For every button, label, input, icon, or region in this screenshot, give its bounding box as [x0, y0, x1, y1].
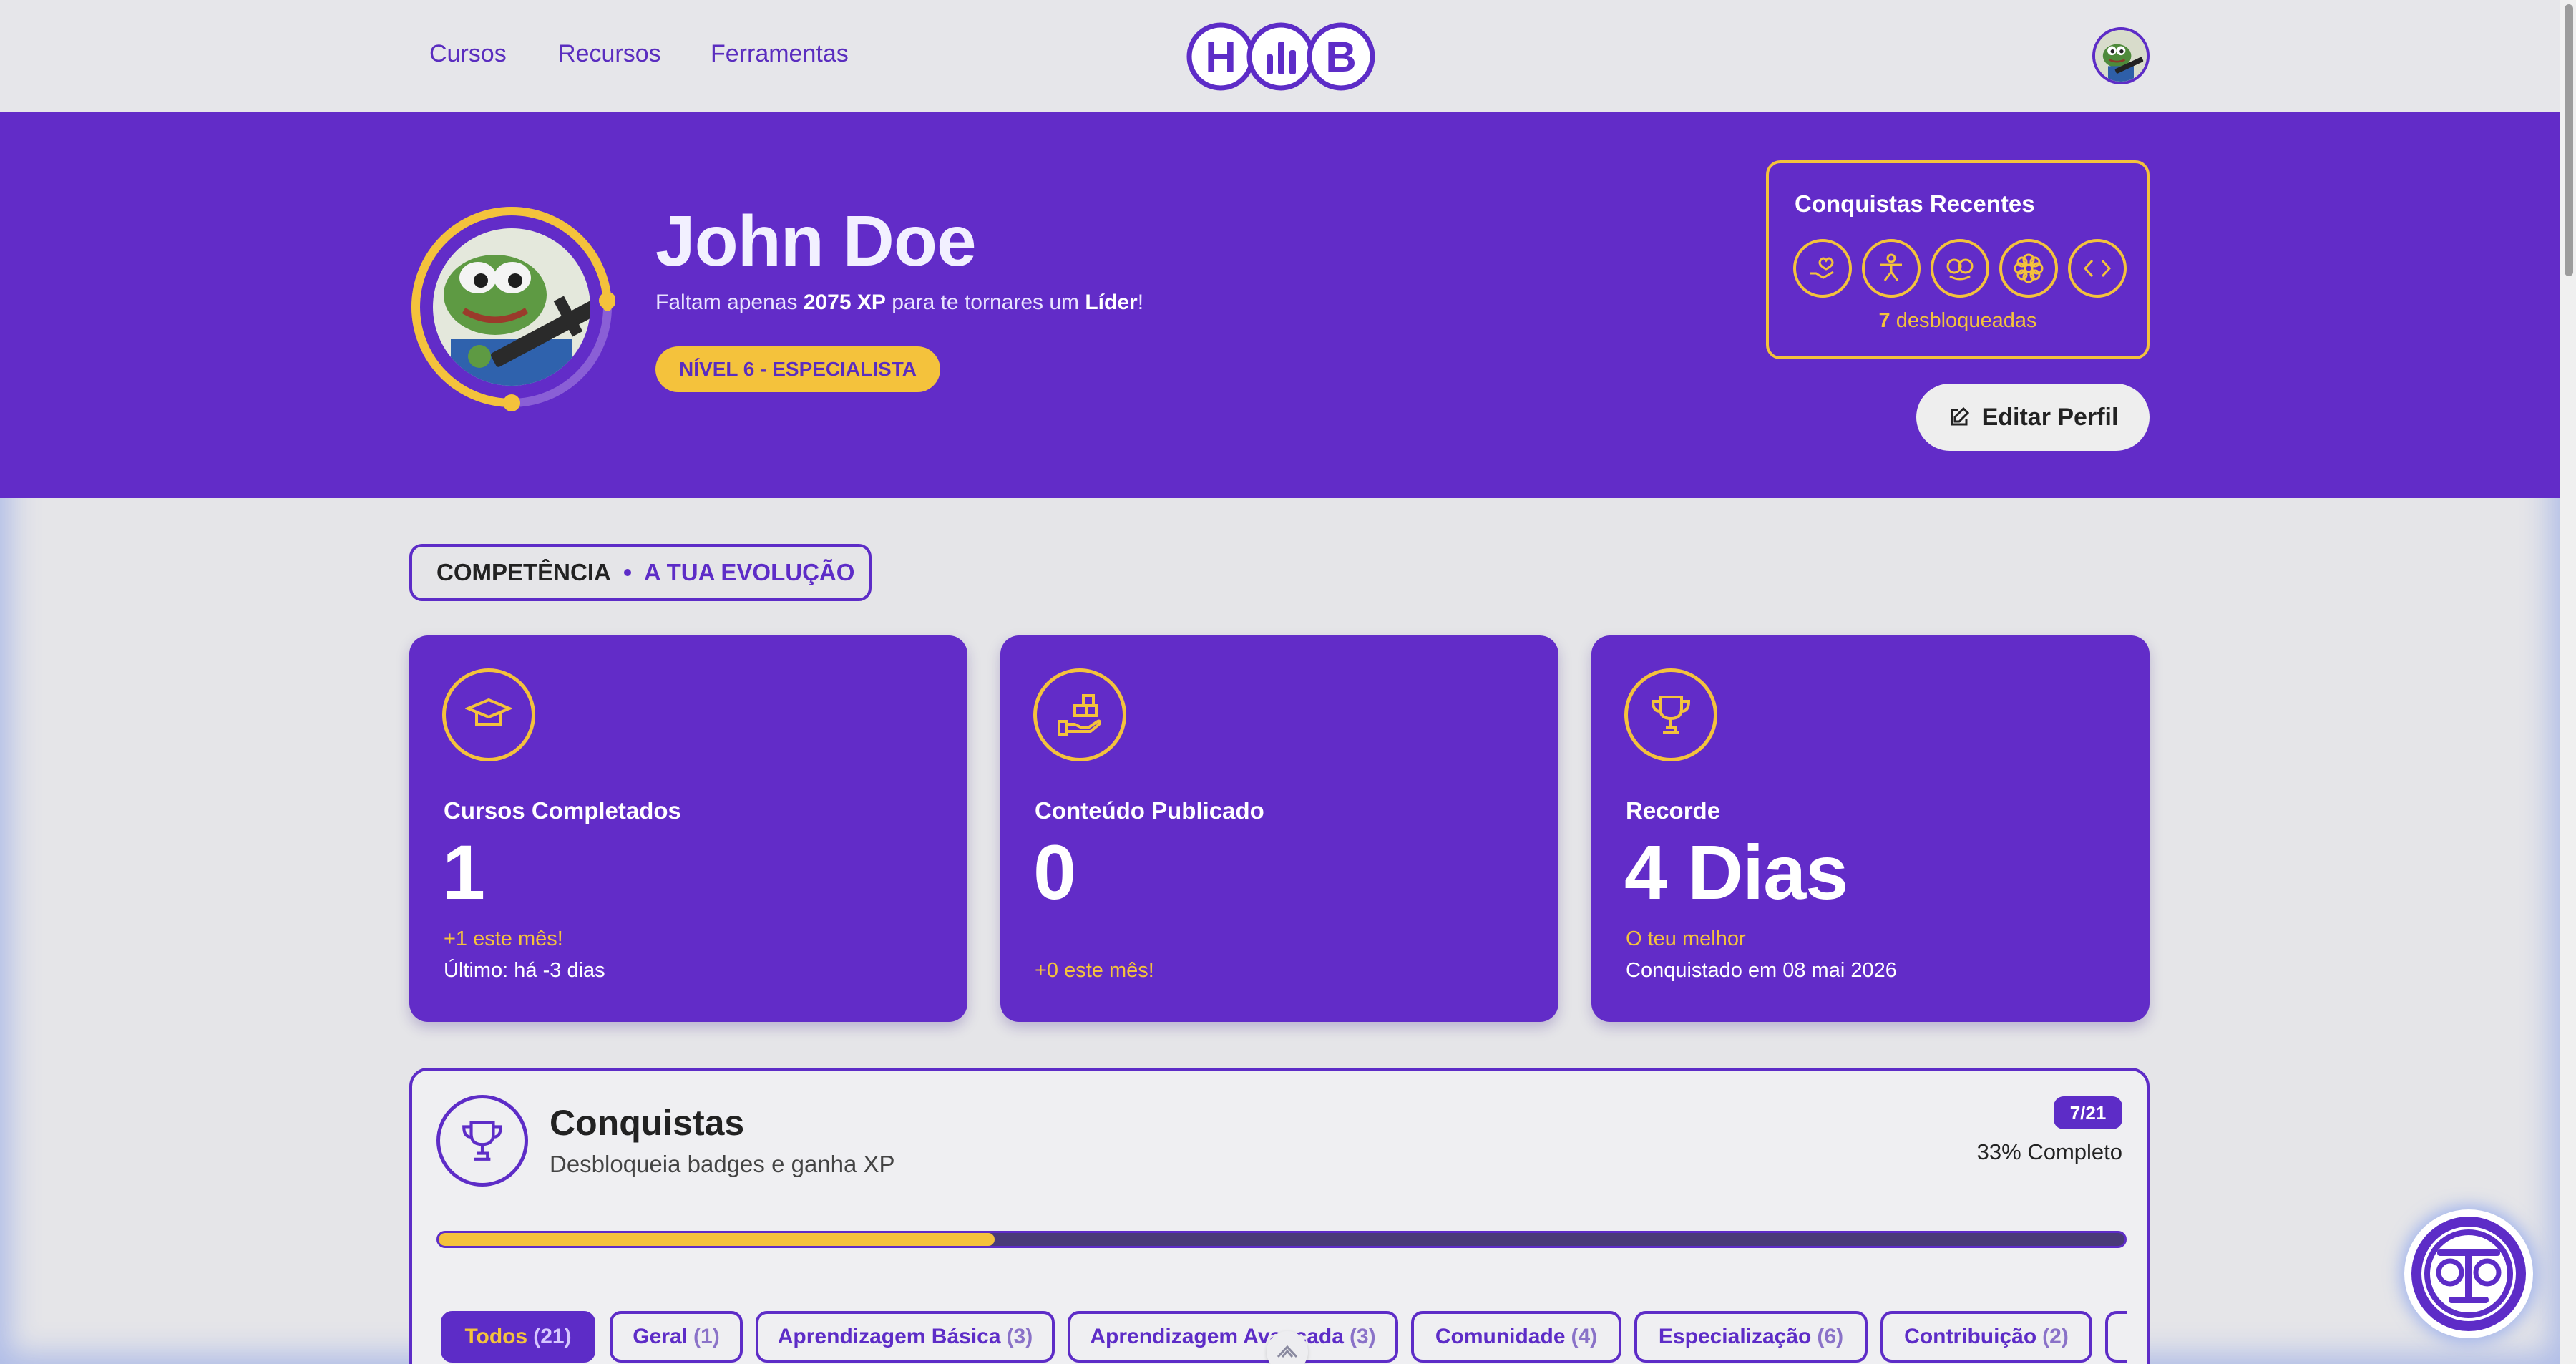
- filter-tab-aprendizagem-avancada[interactable]: Aprendizagem Avançada (3): [1068, 1311, 1398, 1363]
- filter-count: (6): [1817, 1325, 1844, 1348]
- filter-tab-todos[interactable]: Todos (21): [441, 1311, 595, 1363]
- achievements-subtitle: Desbloqueia badges e ganha XP: [550, 1151, 895, 1177]
- xp-prefix: Faltam apenas: [655, 291, 804, 314]
- filter-tab-geral[interactable]: Geral (1): [610, 1311, 743, 1363]
- competence-subtitle: A TUA EVOLUÇÃO: [643, 559, 855, 585]
- flower-icon[interactable]: [1999, 239, 2058, 298]
- accessibility-button[interactable]: [2404, 1209, 2533, 1338]
- achievements-percent: 33% Completo: [1976, 1139, 2122, 1164]
- competence-title: COMPETÊNCIA: [436, 559, 611, 585]
- stat-label: Recorde: [1626, 797, 1721, 824]
- frog-avatar-icon: [2095, 30, 2147, 82]
- filter-tab-aprendizagem-basica[interactable]: Aprendizagem Básica (3): [756, 1311, 1055, 1363]
- profile-name: John Doe: [655, 201, 977, 281]
- achievements-panel: Conquistas Desbloqueia badges e ganha XP…: [409, 1068, 2150, 1364]
- graduation-cap-icon: [442, 668, 535, 761]
- filter-tab-contribuicao[interactable]: Contribuição (2): [1880, 1311, 2092, 1363]
- xp-middle: para te tornares um: [885, 291, 1085, 314]
- nav-link-ferramentas[interactable]: Ferramentas: [711, 40, 849, 68]
- page: Cursos Recursos Ferramentas H B John Doe…: [0, 0, 2560, 1364]
- filter-label: Aprendizagem Básica: [777, 1325, 1001, 1348]
- person-icon[interactable]: [1862, 239, 1921, 298]
- profile-avatar: [411, 207, 615, 411]
- stat-value: 4 Dias: [1624, 829, 1848, 915]
- hand-box-icon: [1033, 668, 1126, 761]
- handshake-icon[interactable]: [1931, 239, 1989, 298]
- unlocked-number: 7: [1878, 309, 1890, 332]
- filter-count: (3): [1006, 1325, 1033, 1348]
- filter-count: (2): [2042, 1325, 2069, 1348]
- stat-value: 1: [442, 829, 485, 915]
- achievements-progress-fill: [439, 1233, 995, 1246]
- xp-remaining-text: Faltam apenas 2075 XP para te tornares u…: [655, 291, 1143, 315]
- achievements-title: Conquistas: [550, 1103, 745, 1143]
- stat-note: +0 este mês!: [1035, 959, 1154, 982]
- filter-tab-especializacao[interactable]: Especialização (6): [1634, 1311, 1868, 1363]
- separator-dot: [623, 569, 631, 576]
- filter-count: (21): [533, 1325, 572, 1348]
- recent-achievements-card[interactable]: Conquistas Recentes 7 desbloqueadas: [1766, 160, 2150, 359]
- filter-count: (4): [1571, 1325, 1598, 1348]
- stat-card-courses: Cursos Completados 1 +1 este mês! Último…: [409, 635, 967, 1022]
- stat-label: Conteúdo Publicado: [1035, 797, 1264, 824]
- trophy-icon: [436, 1095, 528, 1187]
- stat-note: O teu melhor: [1626, 927, 1746, 950]
- level-badge: NÍVEL 6 - ESPECIALISTA: [655, 346, 940, 392]
- logo[interactable]: H B: [1186, 20, 1375, 93]
- competence-section-label: COMPETÊNCIA A TUA EVOLUÇÃO: [409, 544, 872, 601]
- filter-label: Comunidade: [1435, 1325, 1566, 1348]
- xp-amount: 2075 XP: [803, 291, 886, 314]
- filter-label: Contribuição: [1904, 1325, 2037, 1348]
- nav-link-recursos[interactable]: Recursos: [558, 40, 661, 68]
- unlocked-label: desbloqueadas: [1890, 309, 2037, 332]
- code-icon[interactable]: [2068, 239, 2127, 298]
- logo-letter-h: H: [1205, 33, 1236, 81]
- heart-hand-icon[interactable]: [1793, 239, 1852, 298]
- profile-hero: [0, 112, 2560, 498]
- filter-count: (1): [693, 1325, 720, 1348]
- filter-tab-overflow[interactable]: D: [2105, 1311, 2127, 1363]
- next-rank: Líder: [1085, 291, 1138, 314]
- recent-achievements-title: Conquistas Recentes: [1795, 190, 2035, 217]
- xp-suffix: !: [1137, 291, 1144, 314]
- filter-tab-comunidade[interactable]: Comunidade (4): [1411, 1311, 1621, 1363]
- filter-count: (3): [1349, 1325, 1376, 1348]
- stat-note: +1 este mês!: [444, 927, 563, 950]
- edit-profile-label: Editar Perfil: [1981, 403, 2119, 431]
- stat-sub: Conquistado em 08 mai 2026: [1626, 959, 1897, 982]
- scrollbar-thumb[interactable]: [2565, 4, 2573, 276]
- stat-sub: Último: há -3 dias: [444, 959, 605, 982]
- logo-letter-b: B: [1325, 33, 1356, 81]
- filter-label: Todos: [464, 1325, 528, 1348]
- chevron-up-icon: [1277, 1345, 1298, 1358]
- stat-label: Cursos Completados: [444, 797, 681, 824]
- nav-link-cursos[interactable]: Cursos: [429, 40, 507, 68]
- stat-value: 0: [1033, 829, 1076, 915]
- edit-profile-button[interactable]: Editar Perfil: [1916, 384, 2150, 451]
- achievements-progress-bar: [436, 1231, 2127, 1248]
- top-nav: Cursos Recursos Ferramentas H B: [0, 0, 2560, 112]
- filter-label: Geral: [633, 1325, 688, 1348]
- user-avatar-menu[interactable]: [2092, 27, 2150, 84]
- achievements-count-badge: 7/21: [2054, 1096, 2122, 1129]
- stat-card-record: Recorde 4 Dias O teu melhor Conquistado …: [1591, 635, 2150, 1022]
- achievements-unlocked-count: 7 desbloqueadas: [1769, 309, 2147, 333]
- stat-card-content: Conteúdo Publicado 0 +0 este mês!: [1000, 635, 1558, 1022]
- balance-scale-icon: [2411, 1217, 2526, 1331]
- filter-label: Especialização: [1658, 1325, 1812, 1348]
- edit-icon: [1951, 406, 1969, 426]
- trophy-icon: [1624, 668, 1717, 761]
